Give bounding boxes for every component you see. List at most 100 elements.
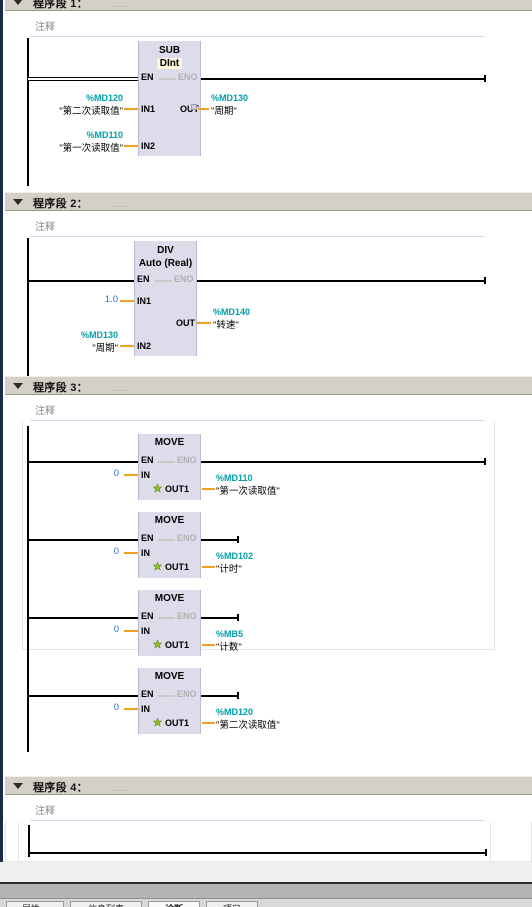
add-output-star-icon[interactable] [153, 562, 162, 571]
in-wire [124, 630, 138, 632]
output-rung-wire [201, 695, 239, 697]
out-wire [197, 322, 211, 324]
network-1-comment-row[interactable]: 注释 [5, 12, 532, 38]
network-2-body: DIV Auto (Real) EN ENO IN1 IN2 OUT 1.0 %… [5, 238, 532, 378]
operand-in2[interactable]: %MD130 "周期" [21, 330, 118, 354]
pin-eno: ENO [177, 689, 197, 699]
network-1-title-dots: .... [113, 0, 129, 10]
network-4-body [5, 822, 532, 862]
in-wire [124, 708, 138, 710]
output-rung-wire [201, 78, 486, 80]
operand-out1[interactable]: %MD120 "第二次读取值" [216, 707, 346, 731]
operand-out[interactable]: %MD140 "转速" [213, 307, 323, 331]
output-rung-wire [201, 461, 486, 463]
pin-in: IN [141, 704, 150, 714]
eno-connector-line [159, 78, 176, 80]
in2-wire [124, 145, 138, 147]
operand-in-constant[interactable]: 0 [85, 468, 119, 479]
pin-in1: IN1 [141, 104, 156, 114]
out1-wire [202, 488, 215, 490]
network-1-body: SUB DInt EN ENO IN1 IN2 OUT %MD120 "第二次读… [5, 38, 532, 188]
operand-in-constant[interactable]: 0 [85, 702, 119, 713]
in-wire [124, 474, 138, 476]
operand-out1[interactable]: %MD102 "计时" [216, 551, 346, 575]
out1-wire [202, 644, 215, 646]
network-4-comment-text[interactable]: 注释 [35, 802, 55, 817]
operand-symbol: "第一次读取值" [59, 143, 123, 154]
network-1-comment-text[interactable]: 注释 [35, 18, 55, 33]
operand-in1[interactable]: %MD120 "第二次读取值" [25, 93, 123, 117]
comment-underline [30, 236, 485, 237]
collapse-triangle-icon[interactable] [13, 383, 23, 389]
operand-symbol: "周期" [211, 106, 237, 117]
block-name: MOVE [154, 515, 185, 526]
tab-properties[interactable]: 属性 [6, 901, 64, 907]
network-3-comment-row[interactable]: 注释 [5, 396, 532, 422]
network-2-header[interactable]: 程序段 2： .... [5, 192, 532, 211]
block-name: MOVE [154, 593, 185, 604]
network-2-comment-row[interactable]: 注释 [5, 212, 532, 238]
pin-in: IN [141, 626, 150, 636]
comment-underline [30, 420, 485, 421]
rung-terminator [484, 277, 486, 284]
network-3-body: MOVE EN ENO IN 0 OUT1 %MD110 "第一次读取值" MO… [5, 422, 532, 762]
collapse-triangle-icon[interactable] [13, 199, 23, 205]
operand-in-constant[interactable]: 0 [85, 624, 119, 635]
status-band [0, 884, 532, 898]
network-4-comment-row[interactable]: 注释 [5, 796, 532, 822]
network-3-title: 程序段 3： [33, 382, 88, 394]
pin-eno: ENO [177, 611, 197, 621]
pin-en: EN [141, 689, 154, 699]
tab-info-list[interactable]: 信息列表 [70, 901, 142, 907]
operand-address: %MD110 [216, 473, 253, 483]
pin-en: EN [141, 72, 154, 82]
operand-symbol: "计时" [216, 564, 242, 575]
pin-en: EN [141, 533, 154, 543]
operand-out[interactable]: %MD130 "周期" [211, 93, 321, 117]
en-branch-wire [28, 617, 138, 619]
in1-wire [124, 108, 138, 110]
add-output-star-icon[interactable] [153, 718, 162, 727]
pin-eno: ENO [174, 274, 194, 284]
output-rung-wire [201, 539, 239, 541]
operand-address: %MD140 [213, 307, 251, 317]
pin-out1: OUT1 [165, 484, 190, 494]
add-output-star-icon[interactable] [153, 484, 162, 493]
network-2-comment-text[interactable]: 注释 [35, 218, 55, 233]
pin-in: IN [141, 548, 150, 558]
operand-in1-constant[interactable]: 1.0 [65, 294, 118, 305]
en-branch-wire [28, 77, 138, 81]
bottom-tab-bar[interactable]: 属性 信息列表 诊断 项目 [0, 898, 532, 907]
eno-connector-line [158, 617, 175, 619]
ladder-canvas: 程序段 1： .... 注释 SUB DInt EN ENO IN1 IN2 O… [5, 0, 532, 886]
output-rung-wire [201, 617, 239, 619]
operand-address: %MD130 [80, 330, 118, 340]
en-branch-wire [28, 539, 138, 541]
rung-terminator [484, 75, 486, 82]
operand-symbol: "计数" [216, 642, 242, 653]
block-type[interactable]: Auto (Real) [135, 258, 196, 269]
tab-diagnostics[interactable]: 诊断 [148, 901, 200, 907]
block-sub[interactable]: SUB DInt [138, 41, 201, 156]
operand-out1[interactable]: %MB5 "计数" [216, 629, 346, 653]
operand-out1[interactable]: %MD110 "第一次读取值" [216, 473, 346, 497]
pin-en: EN [141, 455, 154, 465]
operand-in-constant[interactable]: 0 [85, 546, 119, 557]
network-4-title-dots: .... [113, 783, 129, 794]
network-1-header[interactable]: 程序段 1： .... [5, 0, 532, 11]
en-branch-wire [28, 461, 138, 463]
operand-symbol: "转速" [213, 320, 239, 331]
network-3-header[interactable]: 程序段 3： .... [5, 376, 532, 395]
pin-eno: ENO [178, 72, 198, 82]
operand-in2[interactable]: %MD110 "第一次读取值" [25, 130, 123, 154]
tab-project[interactable]: 项目 [206, 901, 258, 907]
pin-eno: ENO [177, 533, 197, 543]
power-rail [27, 238, 29, 376]
collapse-triangle-icon[interactable] [13, 783, 23, 789]
add-output-star-icon[interactable] [153, 640, 162, 649]
network-4-header[interactable]: 程序段 4： .... [5, 776, 532, 795]
operand-address: %MB5 [216, 629, 244, 639]
network-3-comment-text[interactable]: 注释 [35, 402, 55, 417]
collapse-triangle-icon[interactable] [13, 0, 23, 5]
block-type[interactable]: DInt [139, 58, 200, 69]
